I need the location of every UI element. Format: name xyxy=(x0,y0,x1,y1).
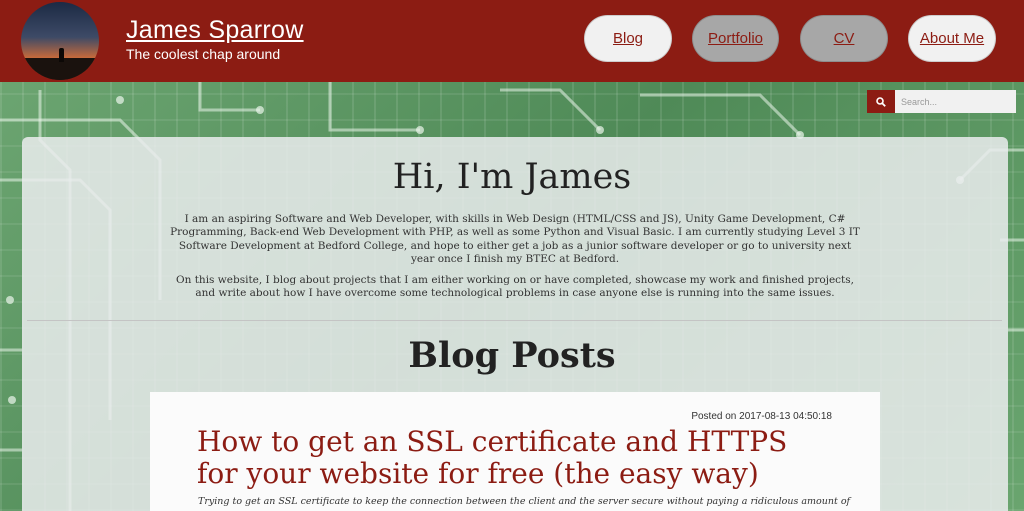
site-title[interactable]: James Sparrow xyxy=(126,16,304,45)
search-button[interactable] xyxy=(867,90,895,113)
nav-cv-button[interactable]: CV xyxy=(800,15,888,62)
post-title[interactable]: How to get an SSL certificate and HTTPS … xyxy=(197,426,817,490)
nav-about-me-button[interactable]: About Me xyxy=(908,15,996,62)
blog-post-card[interactable]: Posted on 2017-08-13 04:50:18 How to get… xyxy=(150,392,880,511)
blog-posts-heading: Blog Posts xyxy=(408,335,616,376)
avatar xyxy=(21,2,99,80)
intro-paragraph: I am an aspiring Software and Web Develo… xyxy=(170,213,860,265)
intro-paragraph: On this website, I blog about projects t… xyxy=(176,274,854,300)
intro-text: I am an aspiring Software and Web Develo… xyxy=(170,213,860,309)
nav-portfolio-button[interactable]: Portfolio xyxy=(692,15,779,62)
search-icon xyxy=(876,96,886,107)
site-tagline: The coolest chap around xyxy=(126,46,281,62)
site-header: James Sparrow The coolest chap around Bl… xyxy=(0,0,1024,82)
divider xyxy=(27,320,1002,321)
search-input[interactable] xyxy=(895,90,1016,113)
intro-heading: Hi, I'm James xyxy=(392,157,632,197)
post-date: Posted on 2017-08-13 04:50:18 xyxy=(691,411,832,422)
post-excerpt: Trying to get an SSL certificate to keep… xyxy=(198,496,851,507)
nav-blog-button[interactable]: Blog xyxy=(584,15,672,62)
